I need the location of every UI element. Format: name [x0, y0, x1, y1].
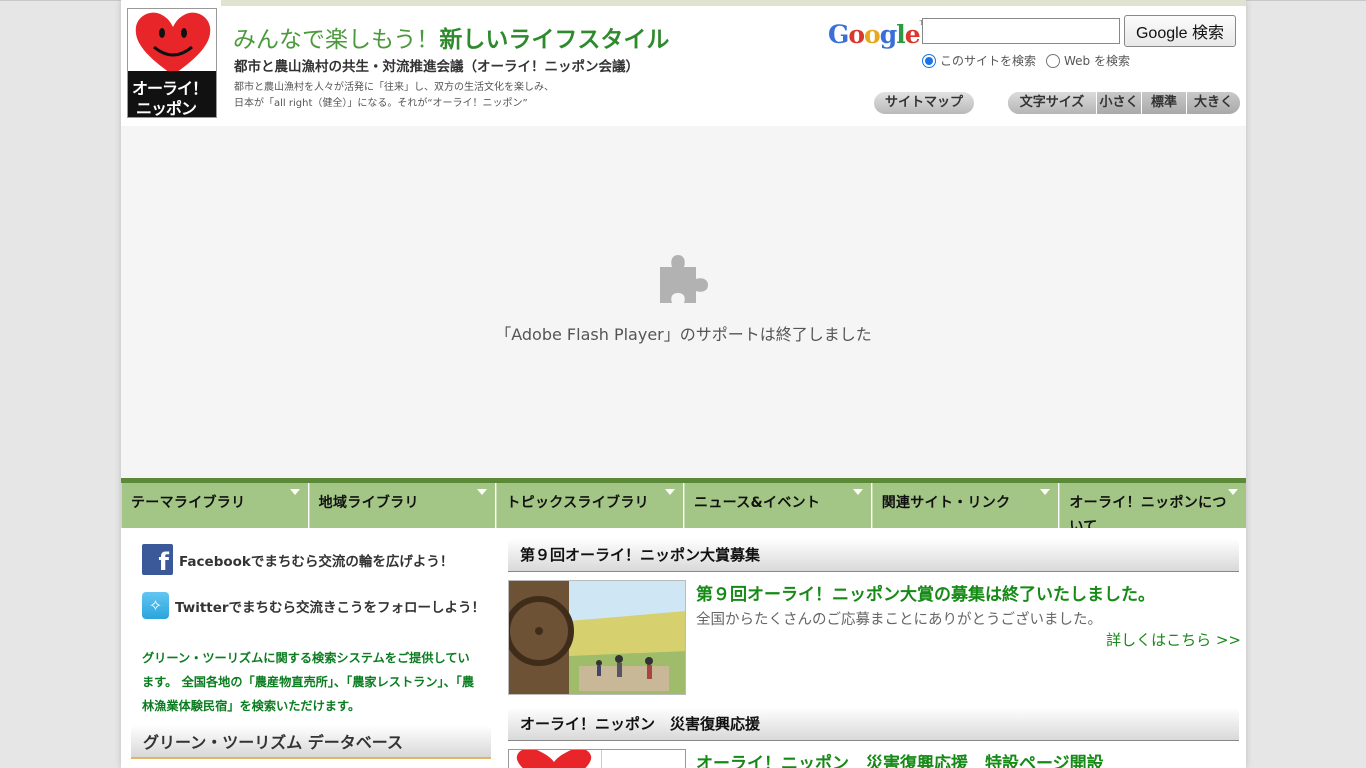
flash-placeholder: 「Adobe Flash Player」のサポートは終了しました [121, 126, 1246, 478]
nav-label: ニュース&イベント [694, 495, 821, 511]
smiling-heart-icon [135, 12, 211, 75]
font-size-normal-button[interactable]: 標準 [1141, 92, 1186, 114]
flash-unsupported-message: 「Adobe Flash Player」のサポートは終了しました [495, 325, 872, 344]
radio-site-search-label[interactable]: このサイトを検索 [940, 52, 1036, 69]
tagline-part1: みんなで楽しもう！ [233, 27, 440, 53]
nav-label: オーライ！ニッポンについて [1069, 495, 1227, 528]
dropdown-arrow-icon [289, 489, 300, 495]
nav-label: 地域ライブラリ [318, 495, 419, 511]
dropdown-arrow-icon [477, 489, 488, 495]
radio-site-search[interactable] [922, 53, 936, 68]
award-headline-link[interactable]: 第９回オーライ！ニッポン大賞の募集は終了いたしました。 [696, 580, 1155, 605]
disaster-section-header: オーライ！ニッポン 災害復興応援 [508, 707, 1239, 741]
award-more-link[interactable]: 詳しくはこちら >> [1106, 629, 1241, 650]
facebook-link-text: Facebookでまちむら交流の輪を広げよう！ [179, 553, 454, 570]
page-container: オーライ！ ニッポン みんなで楽しもう！新しいライフスタイル 都市と農山漁村の共… [121, 0, 1246, 768]
organization-name: 都市と農山漁村の共生・対流推進会議（オーライ！ニッポン会議） [234, 59, 639, 75]
green-tourism-db-header: グリーン・ツーリズム データベース [131, 725, 491, 759]
font-size-small-button[interactable]: 小さく [1096, 92, 1141, 114]
twitter-link[interactable]: ✧ Twitterでまちむら交流きこうをフォローしよう！ [142, 592, 485, 619]
dropdown-arrow-icon [665, 489, 676, 495]
search-input[interactable] [922, 18, 1120, 44]
dropdown-arrow-icon [1040, 489, 1051, 495]
font-size-large-button[interactable]: 大きく [1186, 92, 1240, 114]
nav-theme-library[interactable]: テーマライブラリ [121, 483, 309, 528]
nav-about[interactable]: オーライ！ニッポンについて [1059, 483, 1246, 528]
nav-label: トピックスライブラリ [506, 495, 649, 511]
global-nav: テーマライブラリ 地域ライブラリ トピックスライブラリ ニュース&イベント 関連… [121, 478, 1246, 528]
puzzle-piece-icon [660, 255, 708, 303]
radio-web-search[interactable] [1046, 53, 1061, 68]
disaster-banner-thumbnail[interactable] [508, 749, 686, 768]
green-tourism-description[interactable]: グリーン・ツーリズムに関する検索システムをご提供しています。 全国各地の「農産物… [142, 646, 477, 718]
award-section-header: 第９回オーライ！ニッポン大賞募集 [508, 538, 1239, 572]
google-search-button[interactable]: Google 検索 [1124, 15, 1236, 47]
disaster-headline-link[interactable]: オーライ！ニッポン 災害復興応援 特設ページ開設 [696, 749, 1104, 768]
dropdown-arrow-icon [852, 489, 863, 495]
radio-web-search-label[interactable]: Web を検索 [1064, 52, 1130, 69]
twitter-bird-icon: ✧ [142, 592, 169, 619]
nav-label: 関連サイト・リンク [881, 495, 1011, 511]
description-line2: 日本が「all right（健全）」になる。それが“オーライ！ニッポン” [234, 98, 528, 109]
facebook-link[interactable]: f Facebookでまちむら交流の輪を広げよう！ [142, 544, 454, 576]
nav-region-library[interactable]: 地域ライブラリ [308, 483, 497, 528]
search-scope-options: このサイトを検索 Web を検索 [922, 52, 1136, 69]
dropdown-arrow-icon [1228, 489, 1239, 495]
nav-label: テーマライブラリ [131, 495, 246, 511]
font-size-label: 文字サイズ [1008, 92, 1096, 114]
logo-text-line2: ニッポン [136, 99, 197, 118]
award-photo-thumbnail[interactable] [508, 580, 686, 695]
site-tagline: みんなで楽しもう！新しいライフスタイル [233, 20, 669, 54]
sitemap-button[interactable]: サイトマップ [874, 92, 974, 114]
facebook-icon: f [142, 544, 173, 576]
tagline-part2: 新しいライフスタイル [439, 27, 670, 53]
award-body-text: 全国からたくさんのご応募まことにありがとうございました。 [696, 612, 1102, 628]
disaster-banner-image [509, 750, 685, 768]
google-logo: GoogleTM [828, 20, 930, 49]
award-photo-image [509, 581, 685, 694]
site-description: 都市と農山漁村を人々が活発に「往来」し、双方の生活文化を楽しみ、 日本が「all… [234, 80, 554, 112]
nav-related-links[interactable]: 関連サイト・リンク [871, 483, 1060, 528]
twitter-link-text: Twitterでまちむら交流きこうをフォローしよう！ [175, 599, 486, 616]
nav-topics-library[interactable]: トピックスライブラリ [496, 483, 685, 528]
description-line1: 都市と農山漁村を人々が活発に「往来」し、双方の生活文化を楽しみ、 [234, 82, 554, 93]
nav-news-events[interactable]: ニュース&イベント [684, 483, 872, 528]
font-size-control: 文字サイズ 小さく 標準 大きく [1008, 92, 1240, 114]
site-logo[interactable]: オーライ！ ニッポン [127, 8, 217, 118]
header-band [221, 0, 1246, 6]
